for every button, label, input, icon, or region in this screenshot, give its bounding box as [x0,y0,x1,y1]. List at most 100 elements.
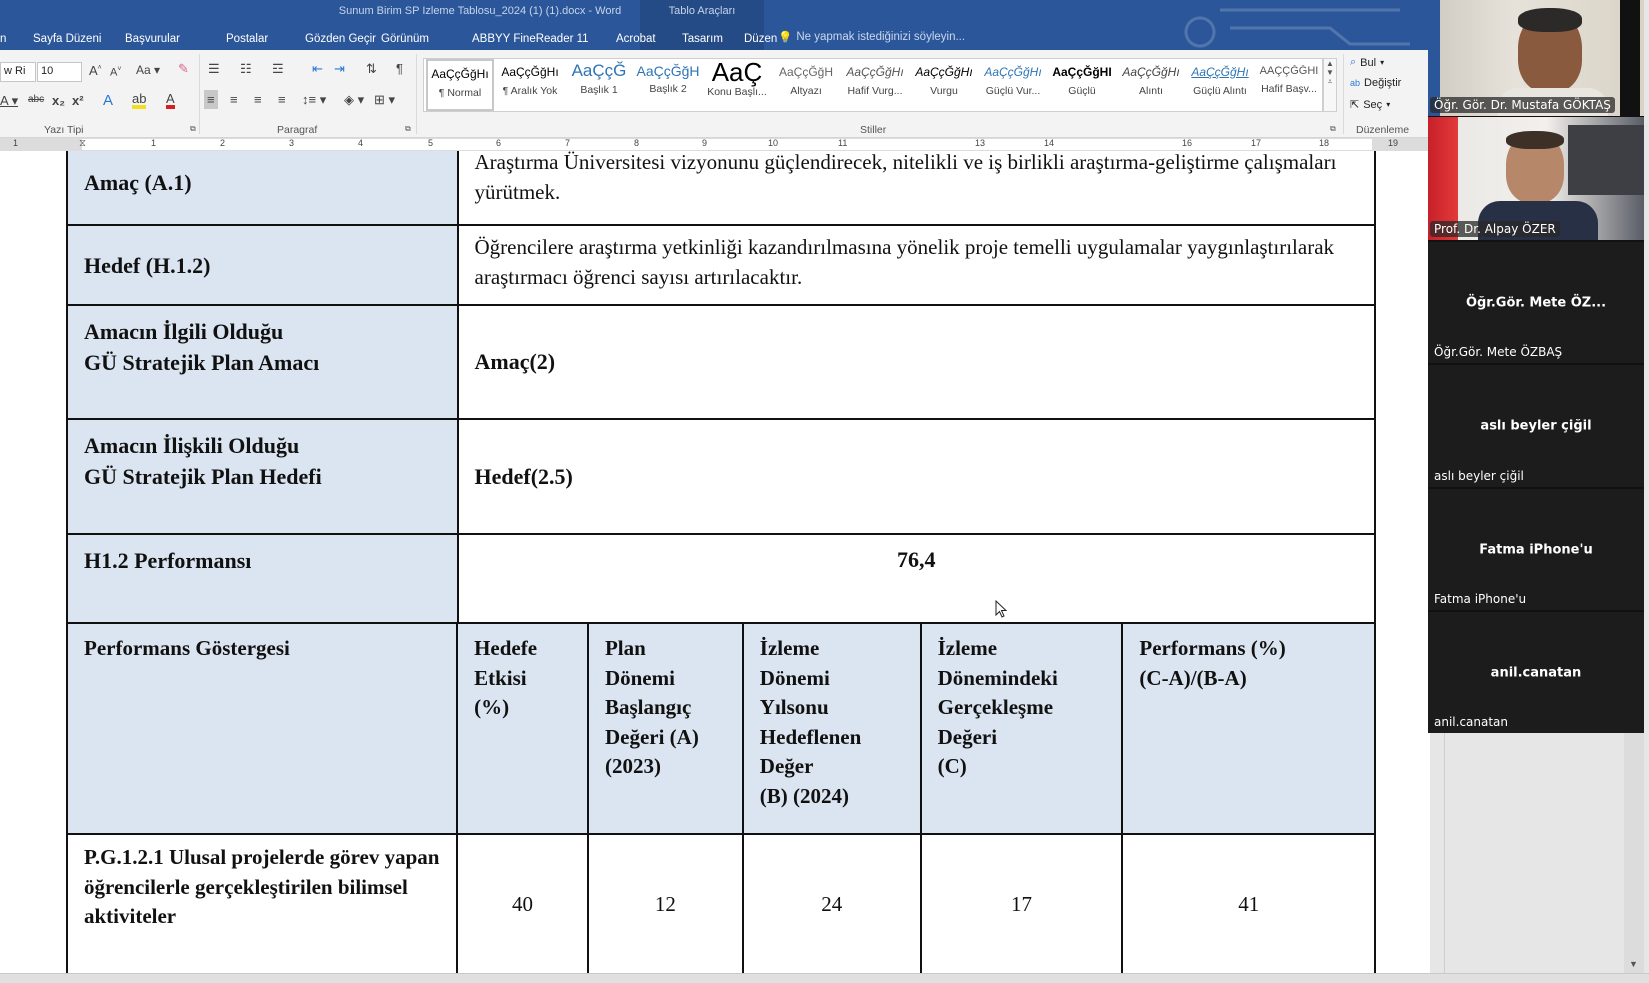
grow-font-icon[interactable]: A˄ [89,64,102,77]
decrease-indent-icon[interactable]: ⇤ [312,62,323,75]
value-related-plan-target[interactable]: Hedef(2.5) [456,418,1376,535]
strikethrough-icon[interactable]: abc [28,95,44,105]
font-size-box[interactable]: 10 [37,62,82,82]
font-dialog-launcher-icon[interactable]: ⧉ [190,124,196,134]
select-button[interactable]: ⇱ Seç ▾ [1350,98,1390,112]
tab-view[interactable]: Görünüm [381,33,449,45]
shading-icon[interactable]: ◈ ▾ [344,93,364,106]
participant-tile[interactable]: anil.canatan anil.canatan [1428,612,1644,733]
cell-target-value[interactable]: 24 [741,833,922,973]
font-name-box[interactable]: w Ri [0,62,36,82]
font-color-icon[interactable]: A [166,92,175,109]
tell-me-text: Ne yapmak istediğinizi söyleyin... [796,31,966,43]
ruler-text-area [82,139,1372,150]
style-strong[interactable]: AaÇçĞğHI Güçlü [1048,59,1116,111]
participant-tile[interactable]: Fatma iPhone'u Fatma iPhone'u [1428,489,1644,610]
cell-performance[interactable]: 41 [1121,833,1376,973]
multilevel-list-icon[interactable]: ☲ [272,62,284,75]
show-marks-icon[interactable]: ¶ [396,62,403,75]
label-related-plan-goal: Amacın İlgili Olduğu GÜ Stratejik Plan Am… [66,304,459,420]
tab-references[interactable]: Başvurular [125,33,226,45]
value-target[interactable]: Öğrencilere araştırma yetkinliği kazandı… [456,224,1376,306]
group-label-editing: Düzenleme [1356,124,1410,136]
participants-panel: Öğr. Gör. Dr. Mustafa GÖKTAŞ Prof. Dr. A… [1428,0,1644,733]
borders-icon[interactable]: ⊞ ▾ [374,93,395,106]
styles-dialog-launcher-icon[interactable]: ⧉ [1330,124,1336,134]
align-left-icon[interactable]: ≡ [204,90,218,109]
cell-actual-value[interactable]: 17 [919,833,1124,973]
sort-icon[interactable]: ⇅ [366,62,377,75]
line-spacing-icon[interactable]: ↕≡ ▾ [302,93,326,106]
participant-name: aslı beyler çiğil [1434,469,1524,483]
style-title[interactable]: AaÇ Konu Başlı... [703,57,771,111]
cursor-icon: ⇱ [1350,99,1360,111]
tab-abbyy[interactable]: ABBYY FineReader 11 [472,33,600,45]
window-title: Sunum Birim SP Izleme Tablosu_2024 (1) (… [338,5,622,17]
tab-review[interactable]: Gözden Geçir [305,33,376,45]
table-row: Amacın İlgili Olduğu GÜ Stratejik Plan Am… [66,304,1376,420]
horizontal-ruler[interactable]: 1 1 2 3 4 5 6 7 8 9 10 11 13 14 16 17 18… [0,138,1430,151]
style-heading-2[interactable]: AaÇçĞğH Başlık 2 [634,59,702,111]
cell-start-value[interactable]: 12 [586,833,744,973]
style-emphasis[interactable]: AaÇçĞğHı Vurgu [910,59,978,111]
style-no-spacing[interactable]: AaÇçĞğHı ¶ Aralık Yok [496,59,564,111]
style-intense-emphasis[interactable]: AaÇçĞğHı Güçlü Vur... [979,59,1047,111]
align-center-icon[interactable]: ≡ [230,93,238,106]
increase-indent-icon[interactable]: ⇥ [334,62,345,75]
value-goal[interactable]: Araştırma Üniversitesi vizyonunu güçlend… [456,151,1376,226]
participant-name: Prof. Dr. Alpay ÖZER [1430,221,1560,237]
participant-tile[interactable]: aslı beyler çiğil aslı beyler çiğil [1428,365,1644,487]
text-effects-icon[interactable]: A [103,93,113,108]
numbering-icon[interactable]: ☷ [240,62,252,75]
tell-me-box[interactable]: 💡 Ne yapmak istediğinizi söyleyin... [778,30,965,44]
title-bar: Sunum Birim SP Izleme Tablosu_2024 (1) (… [0,0,1430,50]
participant-display-name: Fatma iPhone'u [1479,542,1593,557]
style-intense-quote[interactable]: AaÇçĞğHı Güçlü Alıntı [1186,59,1254,111]
tab-home-partial[interactable]: n [0,33,33,45]
style-subtle-reference[interactable]: AAÇÇĞĞHI Hafif Başv... [1255,59,1323,111]
lightbulb-icon: 💡 [778,32,793,44]
tab-page-layout[interactable]: Sayfa Düzeni [33,33,125,45]
styles-gallery-scroll[interactable]: ▲ ▼ ⩡ [1323,58,1337,112]
superscript-icon[interactable]: x² [72,94,84,107]
change-case-icon[interactable]: Aa ▾ [136,64,160,76]
participant-tile[interactable]: Öğr. Gör. Dr. Mustafa GÖKTAŞ [1428,0,1644,116]
header-start-value: Plan Dönemi Başlangıç Değeri (A) (2023) [586,622,744,835]
shrink-font-icon[interactable]: A˅ [110,66,121,79]
style-subtle-emphasis[interactable]: AaÇçĞğHı Hafif Vurg... [841,59,909,111]
scroll-down-icon[interactable]: ▼ [1629,959,1638,969]
value-related-plan-goal[interactable]: Amaç(2) [456,304,1376,420]
participant-tile[interactable]: Öğr.Gör. Mete ÖZ... Öğr.Gör. Mete ÖZBAŞ [1428,242,1644,363]
style-quote[interactable]: AaÇçĞğHı Alıntı [1117,59,1185,111]
tab-design[interactable]: Tasarım [682,33,744,45]
replace-button[interactable]: ab Değiştir [1350,77,1401,89]
style-subtitle[interactable]: AaÇçĞğH Altyazı [772,59,840,111]
justify-icon[interactable]: ≡ [278,93,286,106]
background-decoration [1184,8,1410,48]
screen: Sunum Birim SP Izleme Tablosu_2024 (1) (… [0,0,1649,983]
bullets-icon[interactable]: ☰ [208,62,220,75]
table-row: Hedef (H.1.2) Öğrencilere araştırma yetk… [66,224,1376,306]
tab-acrobat[interactable]: Acrobat [616,33,668,45]
table-row: H1.2 Performansı 76,4 [66,533,1376,624]
indicator-name[interactable]: P.G.1.2.1 Ulusal projelerde görev yapan … [65,833,459,973]
highlight-icon[interactable]: ab [132,92,147,109]
style-normal[interactable]: AaÇçĞğHı ¶ Normal [426,59,494,111]
value-h12-performance[interactable]: 76,4 [456,533,1376,624]
participant-name: Öğr. Gör. Dr. Mustafa GÖKTAŞ [1430,97,1615,113]
group-label-font: Yazı Tipi [44,124,84,136]
style-heading-1[interactable]: AaÇçĞ Başlık 1 [565,59,633,111]
indent-marker[interactable]: ⧖ [79,138,86,149]
underline-icon[interactable]: A ▾ [0,94,18,107]
ribbon: w Ri 10 A˄ A˅ Aa ▾ ✎ A ▾ abc x₂ x² A ab … [0,50,1430,138]
participant-tile[interactable]: Prof. Dr. Alpay ÖZER [1428,117,1644,240]
document-page[interactable]: Amaç (A.1) Araştırma Üniversitesi vizyon… [0,151,1430,973]
separator [199,54,200,134]
clear-formatting-icon[interactable]: ✎ [178,62,189,75]
subscript-icon[interactable]: x₂ [52,94,65,107]
cell-target-impact[interactable]: 40 [456,833,589,973]
paragraph-dialog-launcher-icon[interactable]: ⧉ [405,124,411,134]
align-right-icon[interactable]: ≡ [254,93,262,106]
tab-mailings[interactable]: Postalar [226,33,274,45]
find-button[interactable]: ⌕ Bul ▾ [1350,56,1384,69]
